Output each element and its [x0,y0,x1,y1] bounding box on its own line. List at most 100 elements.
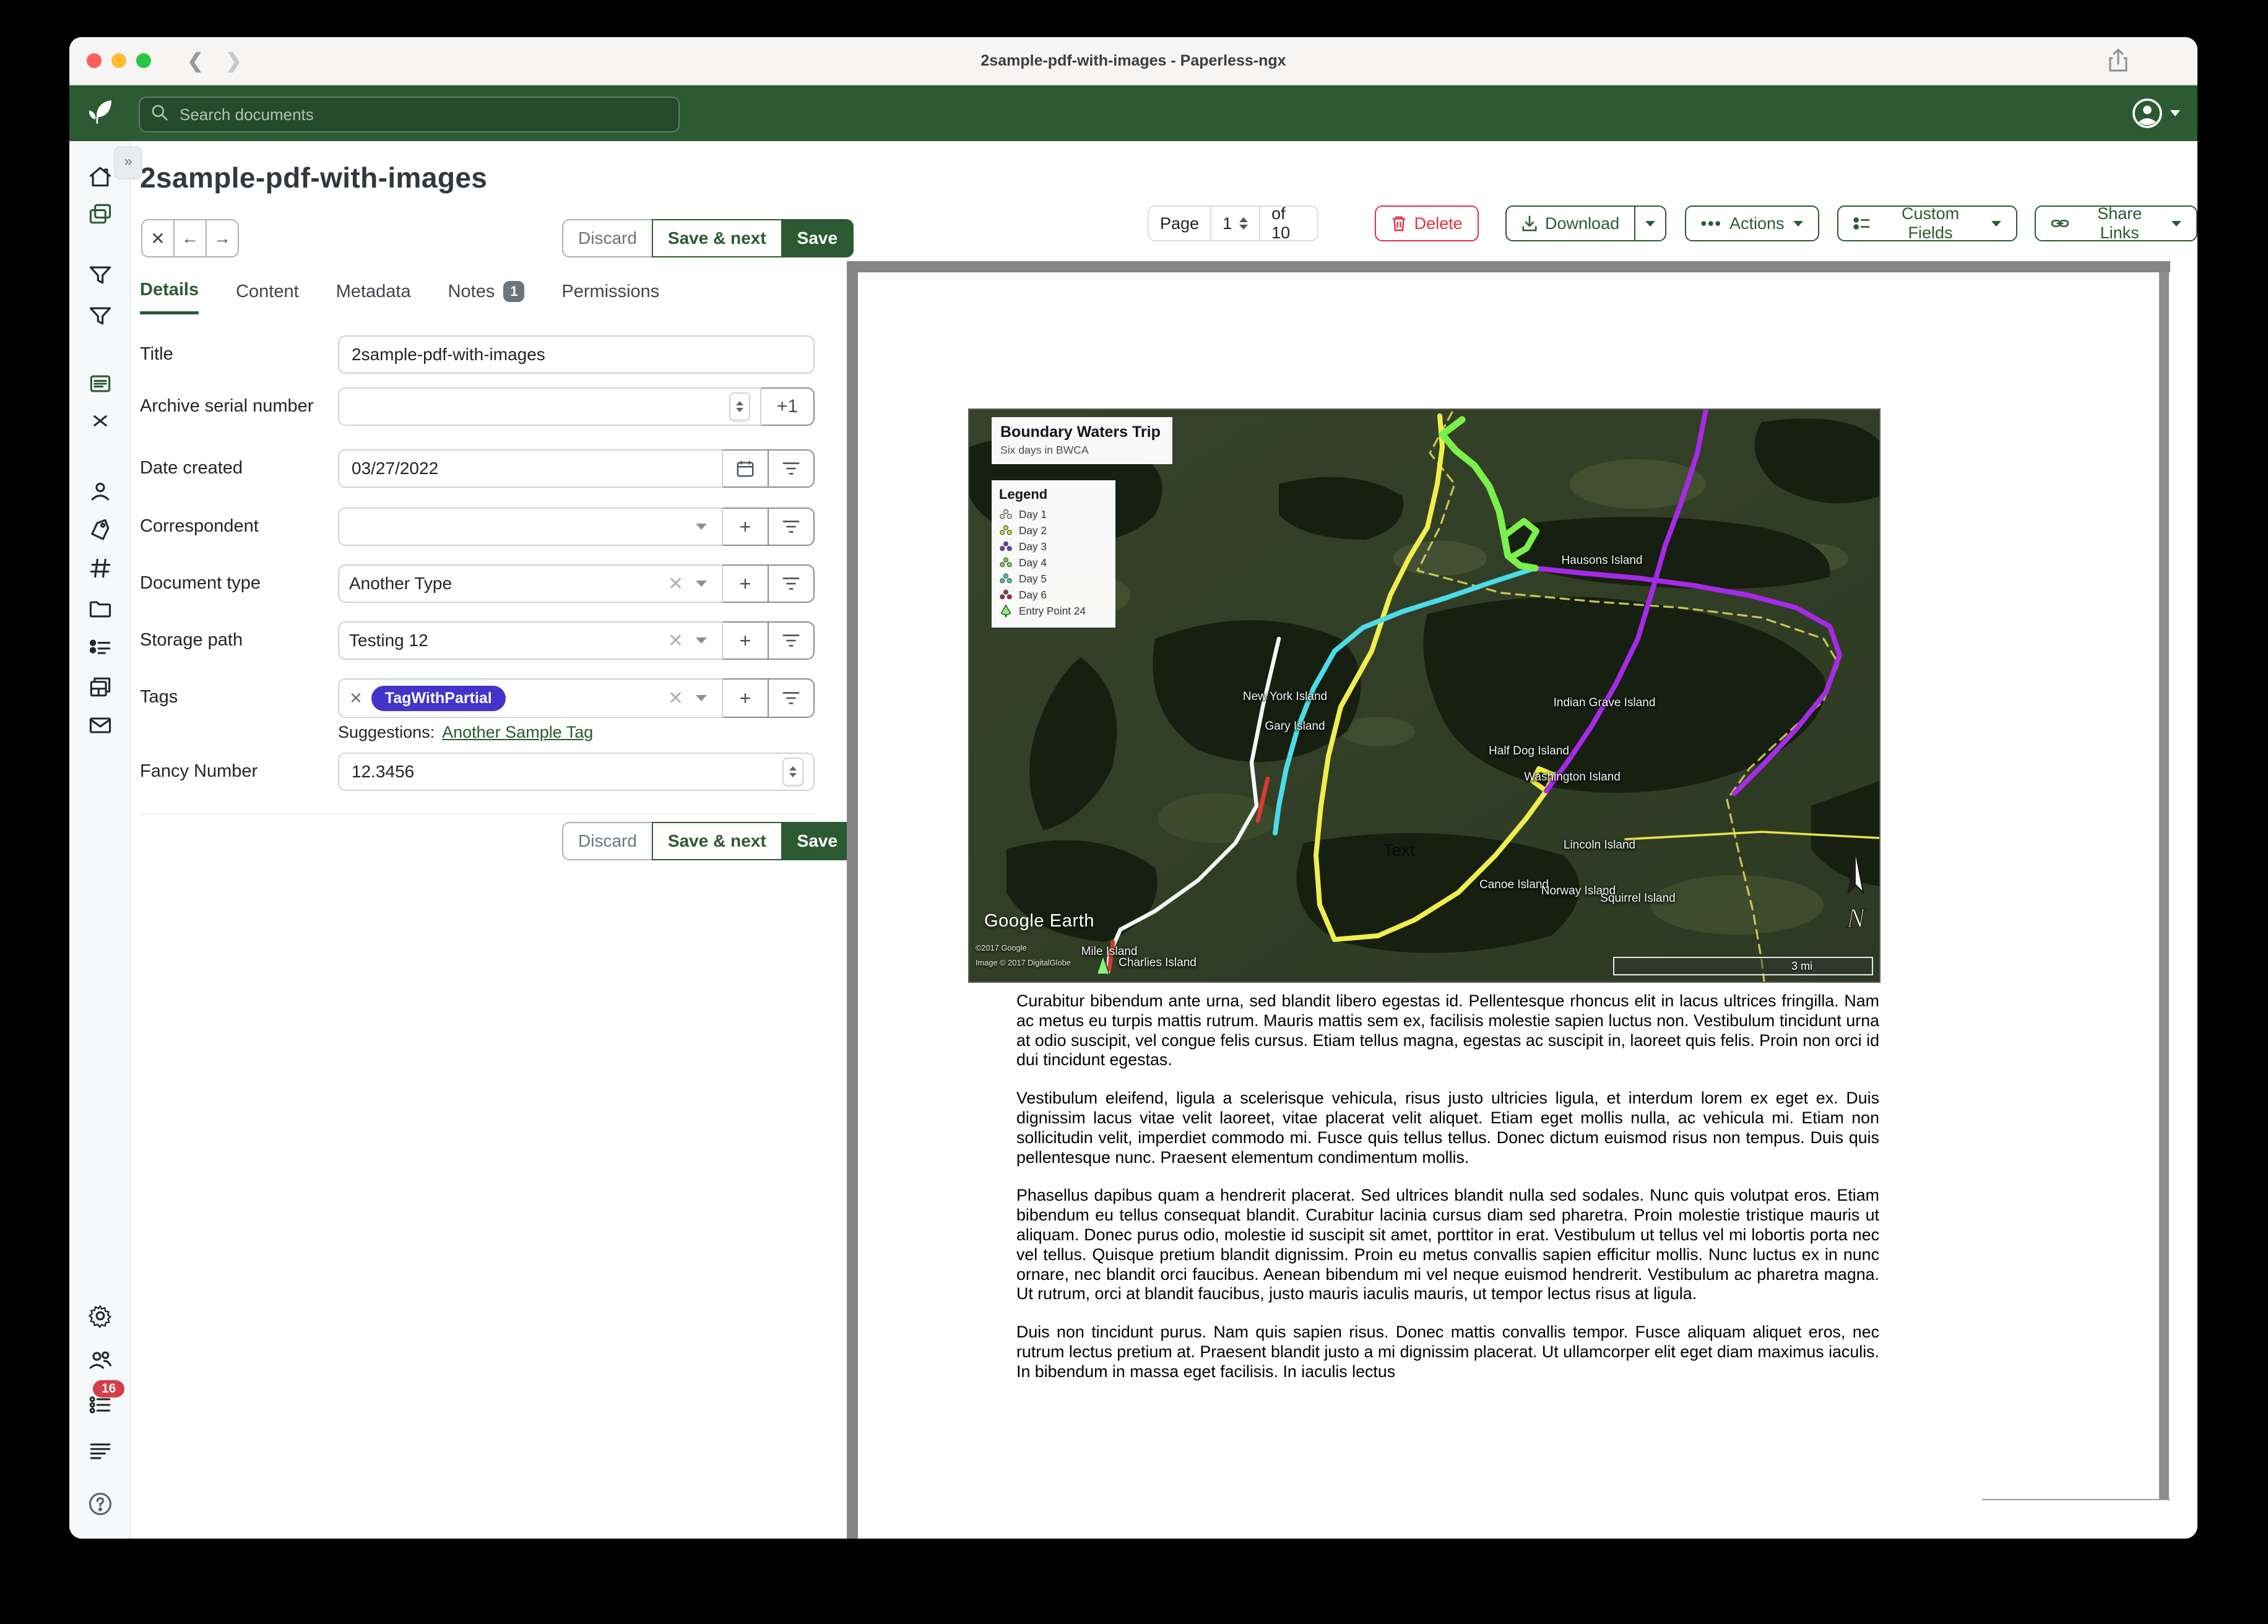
pdf-viewer: Hausons IslandNew York IslandGary Island… [847,261,2170,1539]
suggested-tag-link[interactable]: Another Sample Tag [442,723,593,741]
tab-details[interactable]: Details [140,280,199,314]
map-island-label: Washington Island [1524,771,1621,784]
document-type-suggestions-button[interactable] [768,564,815,603]
calendar-button[interactable] [722,449,769,488]
sidebar-item-documents[interactable] [87,201,114,228]
date-created-input[interactable] [349,457,712,480]
discard-button[interactable]: Discard [562,822,653,860]
storage-path-select[interactable]: Testing 12✕ [338,621,723,660]
fancy-number-input[interactable] [349,761,782,783]
map-legend: Legend Day 1Day 2Day 3Day 4Day 5Day 6Ent… [992,480,1115,628]
page-number-input[interactable]: 1 [1210,207,1260,240]
correspondent-select[interactable] [338,508,723,546]
asn-plus-one-button[interactable]: +1 [760,387,815,426]
sidebar-item-mail[interactable] [87,712,114,739]
delete-button[interactable]: Delete [1375,205,1479,241]
page-spinner[interactable] [1239,217,1248,230]
sidebar-item-tags[interactable] [87,516,114,543]
field-fancy-number: Fancy Number [140,753,815,791]
filter-lines-icon [782,689,800,707]
clear-icon[interactable]: ✕ [668,573,683,595]
add-tag-button[interactable]: + [722,678,769,718]
cluster-icon [999,573,1013,584]
search-input[interactable] [177,104,678,126]
share-links-dropdown-button[interactable]: Share Links [2035,205,2197,241]
save-button[interactable]: Save [781,822,854,860]
discard-button[interactable]: Discard [562,219,653,257]
remove-tag-icon[interactable]: ✕ [349,689,363,708]
sidebar-item-users-groups[interactable] [87,1347,114,1374]
tags-select[interactable]: ✕ TagWithPartial ✕ [338,678,723,718]
pdf-text: Curabitur bibendum ante urna, sed blandi… [1016,991,1879,1401]
tasks-badge: 16 [93,1380,124,1397]
document-actions-row: Page 1 of 10 Delete Download •••Actions … [1148,205,2197,241]
sidebar-item-storage-paths[interactable] [87,673,114,701]
tab-permissions[interactable]: Permissions [561,280,659,314]
clear-icon[interactable]: ✕ [668,688,683,709]
funnel-icon [87,261,114,288]
ellipsis-icon: ••• [1701,214,1722,233]
download-dropdown-button[interactable] [1634,205,1666,241]
pdf-frame-border [847,261,858,1539]
sidebar-item-correspondents[interactable] [87,478,114,505]
sidebar-item-dashboard[interactable] [87,163,114,191]
sidebar-item-settings[interactable] [87,1302,114,1329]
tab-metadata[interactable]: Metadata [336,280,411,314]
tags-suggestions-button[interactable] [768,678,815,718]
form-divider [140,813,815,814]
download-button[interactable]: Download [1505,205,1635,241]
map-island-label: Lincoln Island [1564,839,1635,852]
map-credit: ©2017 Google [976,943,1027,952]
date-suggestions-button[interactable] [768,449,815,488]
tab-notes[interactable]: Notes1 [448,280,525,314]
sidebar-expand-button[interactable]: » [114,146,142,179]
sidebar-item-custom-fields[interactable] [87,555,114,582]
save-next-button[interactable]: Save & next [652,822,782,860]
add-storage-path-button[interactable]: + [722,621,769,660]
pdf-paragraph: Vestibulum eleifend, ligula a scelerisqu… [1016,1089,1879,1167]
content: 2sample-pdf-with-images ✕ ← → Discard Sa… [131,141,2197,1539]
add-correspondent-button[interactable]: + [722,508,769,546]
correspondent-suggestions-button[interactable] [768,508,815,546]
tab-bar: Details Content Metadata Notes1 Permissi… [140,280,659,314]
clear-icon[interactable]: ✕ [668,630,683,652]
fancy-number-stepper[interactable] [782,758,803,786]
actions-dropdown-button[interactable]: •••Actions [1685,205,1819,241]
save-next-button[interactable]: Save & next [652,219,782,257]
pdf-scrollbar[interactable] [2159,272,2169,1499]
document-type-select[interactable]: Another Type✕ [338,564,723,603]
share-icon[interactable] [2107,48,2129,78]
asn-stepper[interactable] [729,392,750,421]
sidebar-close-document[interactable] [87,407,114,434]
tag-chip[interactable]: TagWithPartial [371,686,506,711]
paperless-logo-icon [85,98,115,135]
asn-input[interactable] [349,395,729,418]
sidebar-item-open-document[interactable] [87,370,114,397]
add-document-type-button[interactable]: + [722,564,769,603]
sidebar-item-fields-list[interactable] [87,634,114,661]
map-title: Boundary Waters Trip [1000,423,1164,441]
question-circle-icon [87,1490,114,1518]
field-date-created: Date created [140,449,815,488]
sidebar-item-logs[interactable] [87,1437,114,1464]
sidebar-item-saved-views[interactable] [87,261,114,288]
title-input[interactable] [349,343,803,366]
custom-fields-dropdown-button[interactable]: Custom Fields [1837,205,2017,241]
field-title: Title [140,335,815,374]
pdf-paragraph: Curabitur bibendum ante urna, sed blandi… [1016,991,1879,1070]
user-menu[interactable] [2132,98,2180,129]
close-document-button[interactable]: ✕ [141,219,175,257]
sidebar-item-document-types[interactable] [87,595,114,623]
save-button[interactable]: Save [781,219,854,257]
map-annotation: Text [1383,840,1414,860]
next-document-button[interactable]: → [206,219,239,257]
map-scale-bar: 3 mi [1613,957,1873,975]
tab-content[interactable]: Content [236,280,299,314]
previous-document-button[interactable]: ← [173,219,207,257]
storage-path-suggestions-button[interactable] [768,621,815,660]
map-legend-row: Entry Point 24 [999,603,1108,619]
funnel-icon [87,302,114,329]
sidebar-item-saved-view[interactable] [87,302,114,329]
sidebar-item-help[interactable] [87,1490,114,1518]
chevron-down-icon [696,637,707,644]
